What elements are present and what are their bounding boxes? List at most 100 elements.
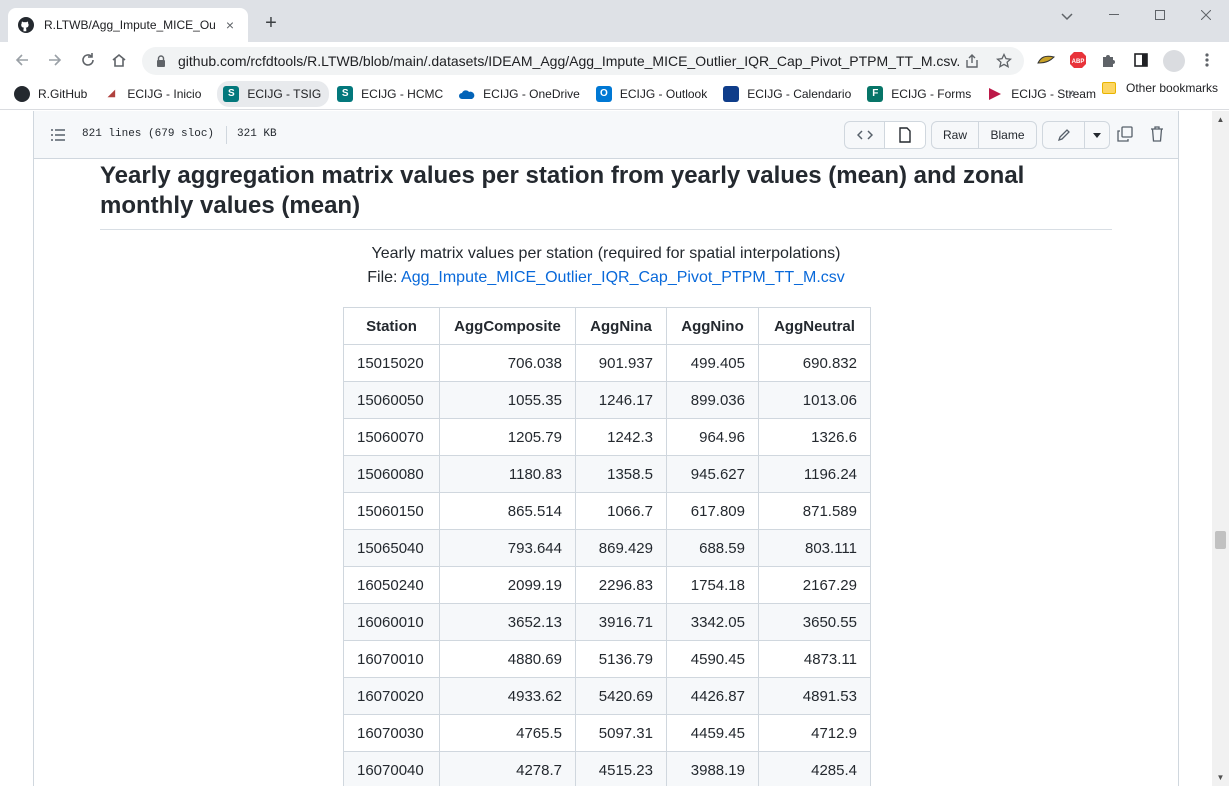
bookmark-item[interactable]: ECIJG - OneDrive (459, 81, 588, 107)
value-cell: 4285.4 (758, 751, 871, 786)
chevron-down-icon[interactable] (1085, 122, 1109, 148)
value-cell: 4515.23 (575, 751, 667, 786)
bookmark-item[interactable]: S ECIJG - HCMC (337, 81, 451, 107)
value-cell: 3342.05 (666, 603, 759, 641)
value-cell: 2099.19 (439, 566, 576, 604)
value-cell: 871.589 (758, 492, 871, 530)
forms-icon: F (867, 85, 884, 102)
bookmark-item[interactable]: ECIJG - Calendario (723, 81, 859, 107)
preview-view-icon[interactable] (885, 122, 925, 148)
data-table: Station AggComposite AggNina AggNino Agg… (343, 307, 871, 786)
value-cell: 865.514 (439, 492, 576, 530)
stream-icon (987, 86, 1003, 102)
tab-search-icon[interactable] (1056, 6, 1078, 28)
reload-icon[interactable] (76, 48, 100, 72)
back-icon[interactable] (10, 48, 34, 72)
value-cell: 617.809 (666, 492, 759, 530)
extension-icon[interactable] (1034, 48, 1058, 72)
value-cell: 499.405 (666, 344, 759, 382)
bookmark-label: ECIJG - TSIG (247, 86, 322, 101)
view-toggle (844, 121, 926, 149)
share-icon[interactable] (960, 49, 984, 73)
browser-tab[interactable]: R.LTWB/Agg_Impute_MICE_Outlier_ × (8, 8, 248, 42)
value-cell: 4459.45 (666, 714, 759, 752)
puzzle-icon[interactable] (1097, 48, 1121, 72)
file-reference: File: Agg_Impute_MICE_Outlier_IQR_Cap_Pi… (100, 269, 1112, 287)
address-bar[interactable]: github.com/rcfdtools/R.LTWB/blob/main/.d… (142, 47, 1024, 75)
value-cell: 1242.3 (575, 418, 667, 456)
outlook-icon: O (595, 85, 612, 102)
raw-button[interactable]: Raw (932, 122, 979, 148)
table-row: 15060070 1205.79 1242.3 964.96 1326.6 (343, 418, 871, 456)
close-window-icon[interactable] (1183, 0, 1229, 30)
menu-icon[interactable] (1195, 48, 1219, 72)
value-cell: 3916.71 (575, 603, 667, 641)
value-cell: 3988.19 (666, 751, 759, 786)
bookmark-item[interactable]: F ECIJG - Forms (867, 81, 979, 107)
value-cell: 4873.11 (758, 640, 871, 678)
bookmark-label: ECIJG - Forms (891, 86, 972, 101)
trash-icon[interactable] (1148, 125, 1166, 143)
tab-title: R.LTWB/Agg_Impute_MICE_Outlier_ (44, 18, 216, 32)
bookmark-item[interactable]: ◢ ECIJG - Inicio (103, 81, 209, 107)
file-header: 821 lines (679 sloc) 321 KB Raw Blame (34, 111, 1178, 159)
github-icon (14, 85, 30, 102)
scroll-down-icon[interactable]: ▼ (1212, 769, 1229, 786)
station-cell: 15065040 (343, 529, 440, 567)
station-cell: 16060010 (343, 603, 440, 641)
side-panel-icon[interactable] (1129, 48, 1153, 72)
other-bookmarks[interactable]: Other bookmarks (1102, 81, 1218, 95)
value-cell: 688.59 (666, 529, 759, 567)
calendar-icon (723, 85, 740, 102)
station-cell: 16070040 (343, 751, 440, 786)
code-view-icon[interactable] (845, 122, 885, 148)
close-tab-icon[interactable]: × (222, 17, 238, 33)
minimize-icon[interactable] (1091, 0, 1137, 30)
value-cell: 4933.62 (439, 677, 576, 715)
bookmark-item[interactable]: O ECIJG - Outlook (595, 81, 715, 107)
station-cell: 15060050 (343, 381, 440, 419)
bookmark-label: ECIJG - HCMC (361, 86, 444, 101)
scroll-thumb[interactable] (1215, 531, 1226, 549)
other-bookmarks-label: Other bookmarks (1126, 81, 1219, 95)
station-cell: 15060080 (343, 455, 440, 493)
github-icon (18, 17, 34, 33)
blame-button[interactable]: Blame (979, 122, 1036, 148)
profile-avatar[interactable] (1163, 50, 1185, 72)
raw-blame-group: Raw Blame (931, 121, 1037, 149)
value-cell: 4590.45 (666, 640, 759, 678)
bookmark-label: ECIJG - Outlook (619, 86, 708, 101)
file-link[interactable]: Agg_Impute_MICE_Outlier_IQR_Cap_Pivot_PT… (401, 269, 845, 286)
bookmark-label: ECIJG - Stream (1011, 86, 1096, 101)
value-cell: 1205.79 (439, 418, 576, 456)
table-header-row: Station AggComposite AggNina AggNino Agg… (343, 307, 871, 345)
station-cell: 15060150 (343, 492, 440, 530)
url-text: github.com/rcfdtools/R.LTWB/blob/main/.d… (178, 53, 960, 69)
vertical-scrollbar[interactable]: ▲ ▼ (1212, 111, 1229, 786)
scroll-up-icon[interactable]: ▲ (1212, 111, 1229, 128)
bookmarks-overflow-button[interactable]: » (1068, 84, 1076, 100)
table-row: 16060010 3652.13 3916.71 3342.05 3650.55 (343, 603, 871, 641)
maximize-icon[interactable] (1137, 0, 1183, 30)
value-cell: 2296.83 (575, 566, 667, 604)
edit-pencil-icon[interactable] (1043, 122, 1085, 148)
bookmark-star-icon[interactable] (992, 49, 1016, 73)
new-tab-button[interactable]: + (260, 12, 282, 34)
bookmark-item[interactable]: R.GitHub (14, 81, 95, 107)
value-cell: 3652.13 (439, 603, 576, 641)
value-cell: 945.627 (666, 455, 759, 493)
station-cell: 15060070 (343, 418, 440, 456)
bookmark-label: ECIJG - Inicio (127, 86, 202, 101)
page-title: Yearly aggregation matrix values per sta… (100, 161, 1112, 230)
adblock-icon[interactable]: ABP (1066, 48, 1090, 72)
station-cell: 16070010 (343, 640, 440, 678)
forward-icon[interactable] (43, 48, 67, 72)
bookmark-item[interactable]: S ECIJG - TSIG (217, 80, 330, 107)
home-icon[interactable] (107, 48, 131, 72)
copy-icon[interactable] (1116, 125, 1134, 143)
column-header: Station (343, 307, 440, 345)
value-cell: 5136.79 (575, 640, 667, 678)
station-cell: 15015020 (343, 344, 440, 382)
bookmark-item[interactable]: ECIJG - Stream (987, 81, 1104, 107)
list-icon[interactable] (50, 127, 66, 143)
